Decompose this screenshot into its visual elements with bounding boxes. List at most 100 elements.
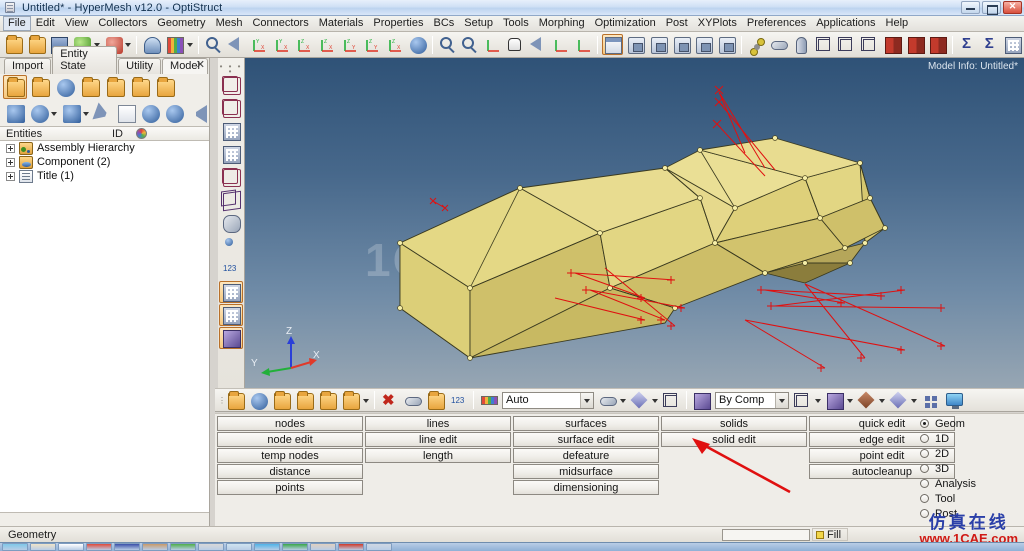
load-collector-icon[interactable]	[78, 75, 102, 99]
brown-diamond-icon[interactable]	[856, 390, 877, 411]
menu-item-file[interactable]: File	[3, 16, 31, 31]
mesh-box-icon[interactable]	[219, 166, 243, 188]
book-blue-icon[interactable]	[905, 34, 926, 55]
graphics-viewport[interactable]: Model Info: Untitled* 1CAE.COM	[245, 58, 1024, 388]
panel-button-defeature[interactable]: defeature	[513, 448, 659, 463]
panel-button-surfaces[interactable]: surfaces	[513, 416, 659, 431]
window-4-icon[interactable]	[693, 34, 714, 55]
book-red-icon[interactable]	[882, 34, 903, 55]
expand-icon[interactable]	[6, 157, 15, 167]
by-comp-icon[interactable]	[691, 390, 712, 411]
arrow-updown-icon[interactable]	[550, 34, 571, 55]
radio-geom[interactable]: Geom	[920, 416, 1020, 431]
menu-item-setup[interactable]: Setup	[459, 16, 498, 31]
rod-icon[interactable]	[768, 34, 789, 55]
panel-button-lines[interactable]: lines	[365, 416, 511, 431]
tab-entity-state[interactable]: Entity State	[52, 46, 118, 74]
abc-arrow-icon[interactable]	[219, 304, 243, 326]
menu-item-bcs[interactable]: BCs	[429, 16, 460, 31]
radio-tool[interactable]: Tool	[920, 491, 1020, 506]
menu-item-morphing[interactable]: Morphing	[534, 16, 590, 31]
parentheses-icon[interactable]	[573, 34, 594, 55]
tree-item-title-1[interactable]: Title (1)	[0, 169, 209, 183]
solid-icon[interactable]	[661, 390, 682, 411]
minimize-button[interactable]	[961, 1, 980, 14]
taskbar-app-6[interactable]	[170, 543, 196, 551]
taskbar-app-12[interactable]	[338, 543, 364, 551]
fill-color-swatch[interactable]	[816, 530, 824, 539]
menu-item-connectors[interactable]: Connectors	[247, 16, 313, 31]
tree-item-assembly-hierarchy[interactable]: Assembly Hierarchy	[0, 141, 209, 155]
xy-view-icon[interactable]: YX	[248, 34, 269, 55]
group-icon[interactable]	[153, 75, 177, 99]
delete-icon[interactable]	[379, 390, 400, 411]
fit-icon[interactable]	[482, 34, 503, 55]
property-icon[interactable]	[271, 390, 292, 411]
view-mode-icon[interactable]	[478, 390, 499, 411]
isolate-icon[interactable]	[162, 101, 185, 125]
shaded-surface-dropdown-icon[interactable]	[651, 390, 660, 411]
component-display-dropdown-icon[interactable]	[82, 103, 90, 124]
close-panel-icon[interactable]: ✕	[196, 58, 205, 71]
taskbar-app-10[interactable]	[282, 543, 308, 551]
window-1-icon[interactable]	[625, 34, 646, 55]
radio-post[interactable]: Post	[920, 506, 1020, 521]
taskbar-app-2[interactable]	[58, 543, 84, 551]
user-profile-icon[interactable]	[141, 34, 162, 55]
material-icon[interactable]	[294, 390, 315, 411]
graphics-toolbar-grip[interactable]: ⋮	[218, 396, 226, 404]
panel-button-line-edit[interactable]: line edit	[365, 432, 511, 447]
chevron-down-icon-2[interactable]	[775, 392, 788, 408]
menu-item-edit[interactable]: Edit	[31, 16, 60, 31]
taskbar-app-3[interactable]	[86, 543, 112, 551]
back-view-icon[interactable]	[225, 34, 246, 55]
taskbar-app-5[interactable]	[142, 543, 168, 551]
tree-item-component-2[interactable]: Component (2)	[0, 155, 209, 169]
book-arrow-icon[interactable]	[927, 34, 948, 55]
wireframe-cube-icon[interactable]	[792, 390, 813, 411]
taskbar-app-13[interactable]	[366, 543, 392, 551]
menu-item-view[interactable]: View	[60, 16, 94, 31]
shaded-cube-icon[interactable]	[836, 34, 857, 55]
shaded-cube-icon[interactable]	[824, 390, 845, 411]
panel-button-solid-edit[interactable]: solid edit	[661, 432, 807, 447]
blue-diamond-dropdown-icon[interactable]	[910, 390, 919, 411]
panel-button-points[interactable]: points	[217, 480, 363, 495]
expand-icon[interactable]	[6, 143, 15, 153]
fill-indicator[interactable]: Fill	[812, 528, 849, 541]
wireframe-dropdown-icon[interactable]	[814, 390, 823, 411]
menu-item-preferences[interactable]: Preferences	[742, 16, 811, 31]
display-icon[interactable]	[3, 101, 26, 125]
matrix-icon[interactable]	[1002, 34, 1023, 55]
yz-view-icon[interactable]: ZY	[361, 34, 382, 55]
unmask-icon[interactable]	[425, 390, 446, 411]
menu-item-tools[interactable]: Tools	[498, 16, 534, 31]
chevron-down-icon[interactable]	[580, 392, 593, 408]
radio-1d[interactable]: 1D	[920, 431, 1020, 446]
yx-view-icon[interactable]: YX	[271, 34, 292, 55]
radio-indicator[interactable]	[920, 494, 929, 503]
mesh-grid-icon[interactable]	[219, 120, 243, 142]
color-palette-dropdown-icon[interactable]	[186, 34, 195, 55]
taskbar-app-8[interactable]	[226, 543, 252, 551]
menu-item-help[interactable]: Help	[881, 16, 914, 31]
mask-icon[interactable]	[402, 390, 423, 411]
property-icon[interactable]	[103, 75, 127, 99]
panel-button-dimensioning[interactable]: dimensioning	[513, 480, 659, 495]
component-color-dropdown-icon[interactable]	[50, 103, 58, 124]
iso-view-icon[interactable]: ZX	[384, 34, 405, 55]
monitor-icon[interactable]	[943, 390, 964, 411]
zoom-out-icon[interactable]	[459, 34, 480, 55]
radio-indicator[interactable]	[920, 509, 929, 518]
sigma-detail-icon[interactable]	[980, 34, 1001, 55]
zx-view-icon[interactable]: ZX	[316, 34, 337, 55]
node-id-icon[interactable]	[219, 235, 243, 257]
taskbar-start-orb[interactable]	[2, 543, 28, 551]
menu-item-collectors[interactable]: Collectors	[93, 16, 152, 31]
assembly-icon[interactable]	[28, 75, 52, 99]
cylinder-icon[interactable]	[791, 34, 812, 55]
panel-button-distance[interactable]: distance	[217, 464, 363, 479]
shrink-icon[interactable]	[219, 327, 243, 349]
lock-icon[interactable]	[114, 101, 137, 125]
reverse-icon[interactable]	[185, 101, 208, 125]
